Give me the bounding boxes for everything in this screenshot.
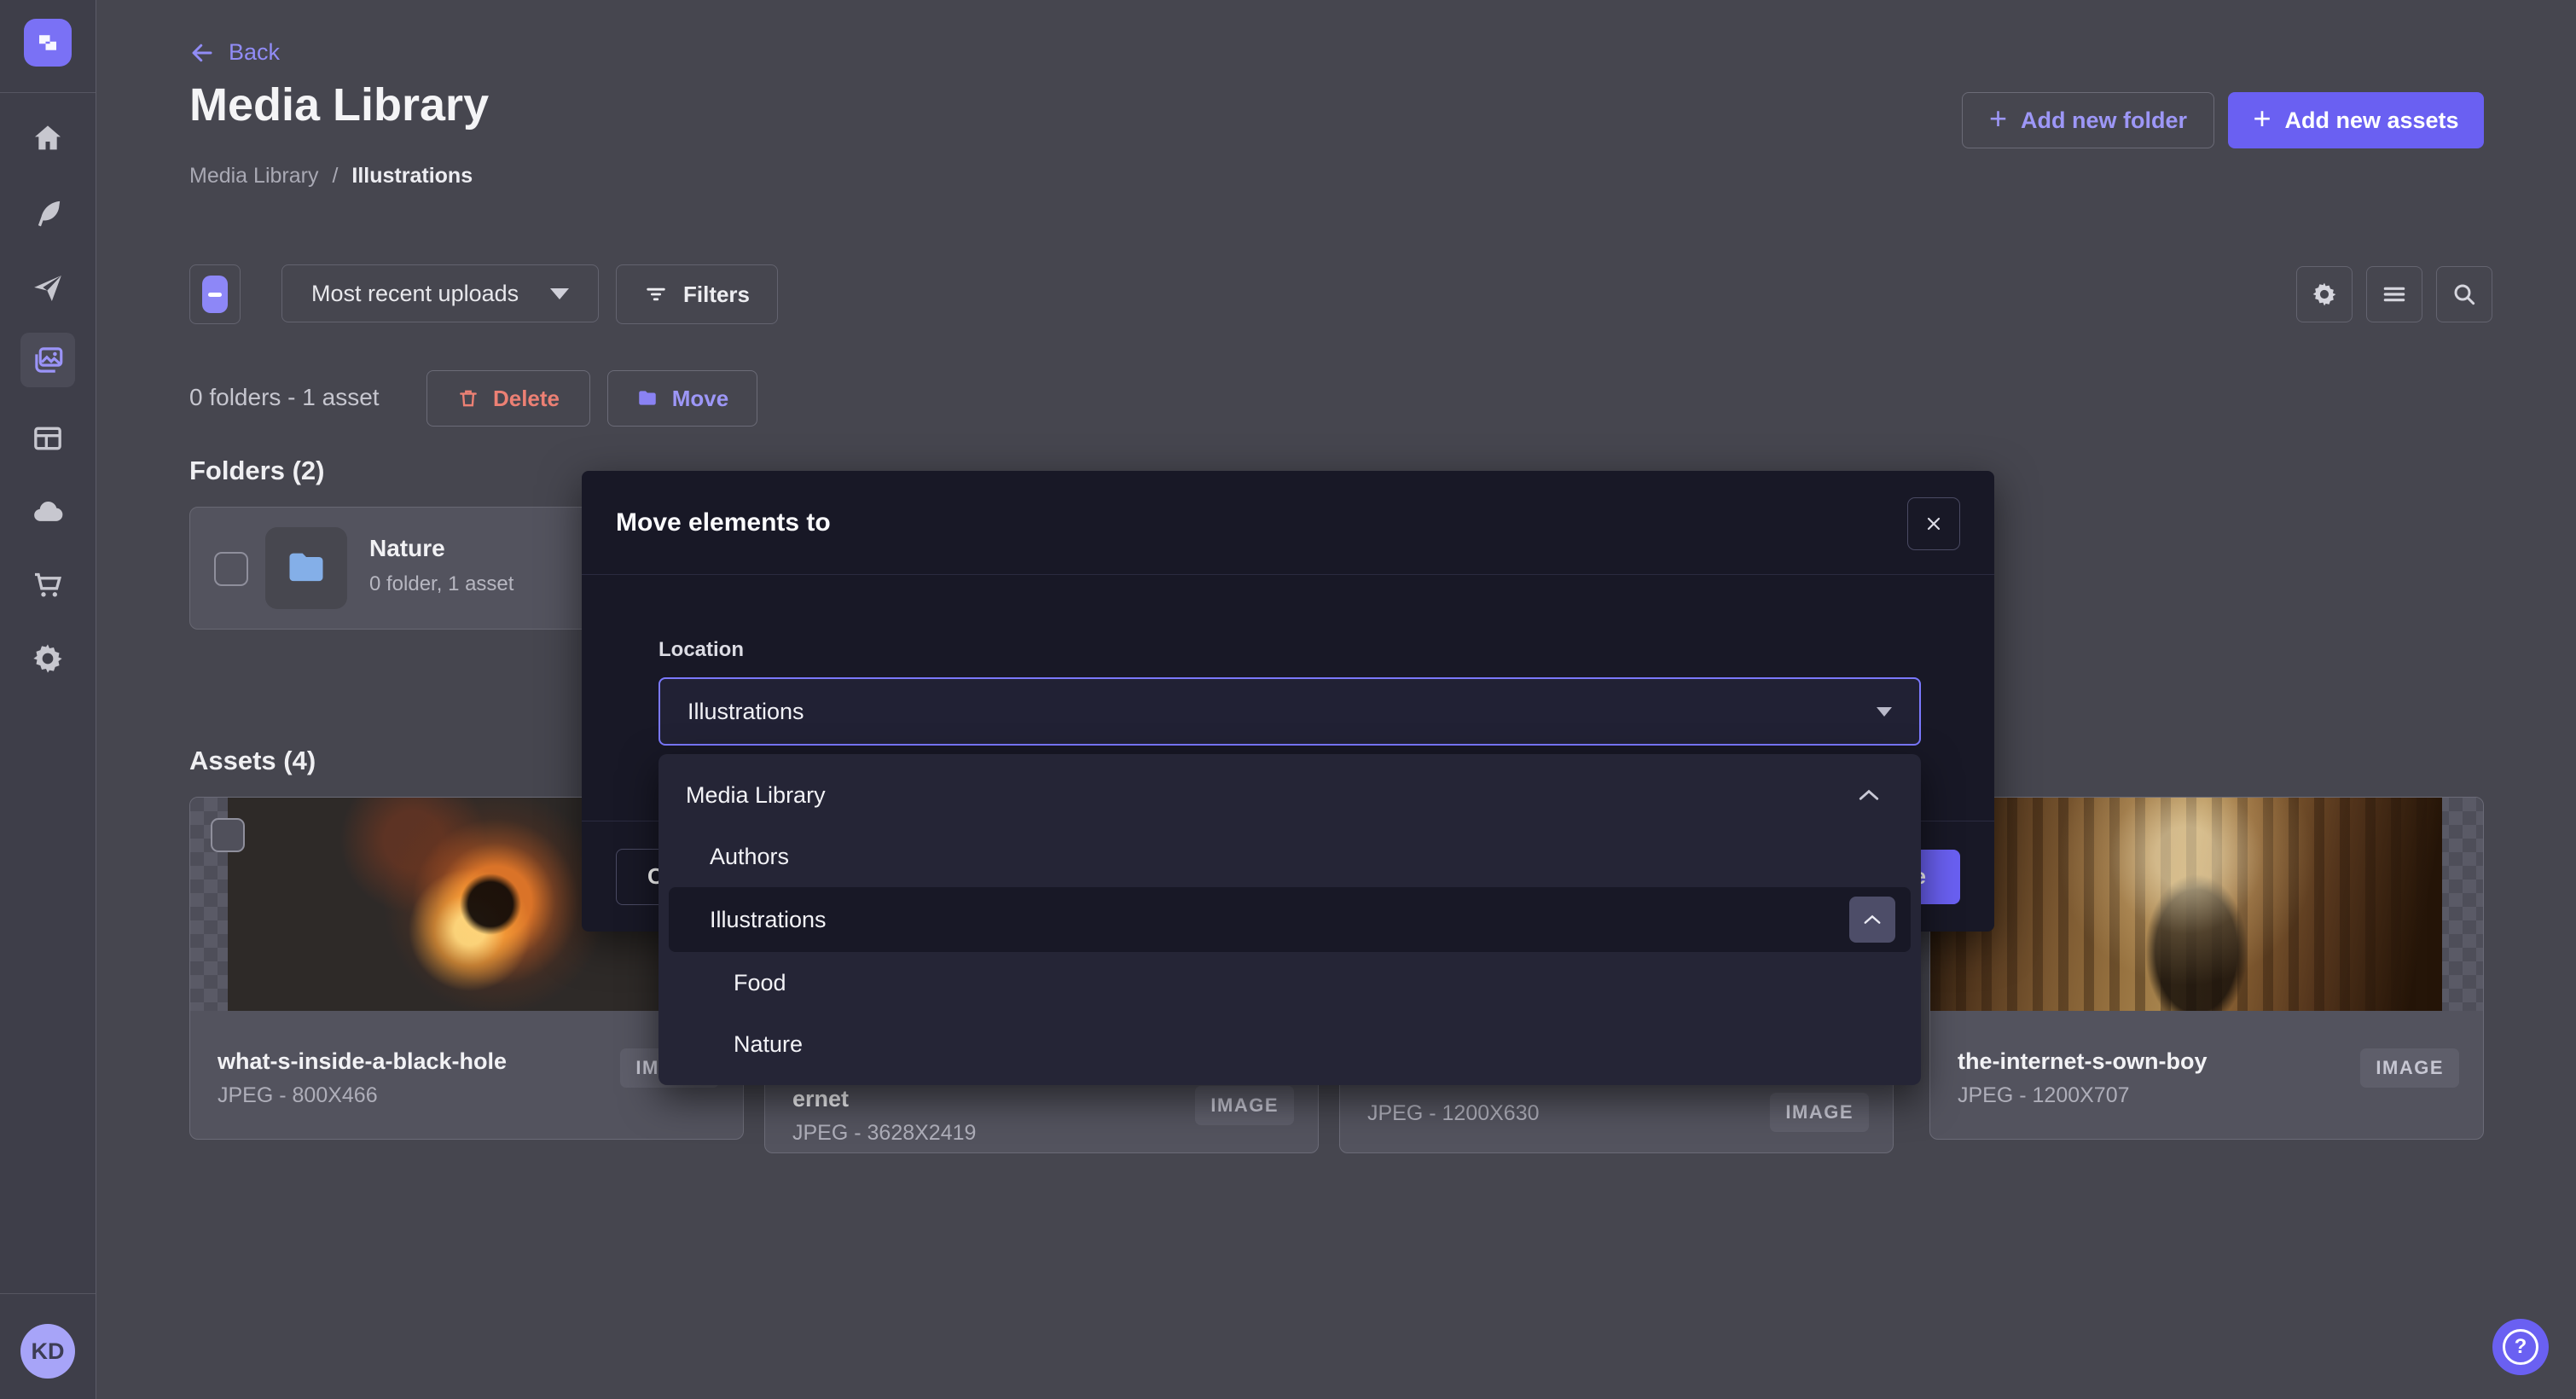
- plus-icon: +: [1989, 103, 2007, 134]
- folder-icon: [636, 387, 659, 409]
- cloud-icon: [31, 495, 65, 529]
- dropdown-item-label: Food: [734, 970, 786, 996]
- back-link[interactable]: Back: [189, 39, 280, 66]
- paper-plane-icon: [31, 271, 65, 305]
- sort-value: Most recent uploads: [311, 281, 519, 307]
- move-label: Move: [672, 386, 728, 412]
- modal-header: Move elements to: [582, 471, 1994, 575]
- sidebar-item-deploy[interactable]: [0, 495, 96, 529]
- selection-summary: 0 folders - 1 asset: [189, 384, 380, 411]
- sidebar-item-settings[interactable]: [0, 641, 96, 676]
- chevron-up-icon[interactable]: [1858, 788, 1880, 802]
- close-icon: [1923, 514, 1944, 534]
- collapse-children-button[interactable]: [1849, 897, 1895, 943]
- list-view-button[interactable]: [2366, 266, 2422, 322]
- modal-title: Move elements to: [616, 508, 831, 537]
- dropdown-item-media-library[interactable]: Media Library: [669, 764, 1911, 826]
- help-button[interactable]: ?: [2492, 1319, 2549, 1375]
- filter-icon: [644, 282, 668, 306]
- search-icon: [2451, 281, 2478, 308]
- add-new-assets-button[interactable]: + Add new assets: [2228, 92, 2484, 148]
- sidebar-item-marketplace[interactable]: [0, 568, 96, 602]
- gear-icon: [2311, 281, 2338, 308]
- folder-checkbox[interactable]: [214, 552, 248, 586]
- search-button[interactable]: [2436, 266, 2492, 322]
- dropdown-item-illustrations[interactable]: Illustrations: [669, 887, 1911, 952]
- asset-info: the-internet-s-own-boy JPEG - 1200X707 I…: [1930, 1011, 2483, 1108]
- library-photo-image: [1930, 798, 2442, 1011]
- indeterminate-checkbox-icon: [202, 276, 228, 313]
- back-arrow-icon: [189, 40, 215, 66]
- chevron-down-icon: [1877, 707, 1892, 717]
- strapi-logo[interactable]: [24, 19, 72, 67]
- home-icon: [31, 121, 65, 155]
- move-button[interactable]: Move: [607, 370, 757, 427]
- modal-close-button[interactable]: [1907, 497, 1960, 550]
- breadcrumb-separator: /: [332, 164, 338, 189]
- sidebar-divider-bottom: [0, 1293, 96, 1294]
- breadcrumb-current: Illustrations: [351, 164, 473, 189]
- chevron-down-icon: [550, 288, 569, 299]
- delete-button[interactable]: Delete: [426, 370, 590, 427]
- user-avatar[interactable]: KD: [20, 1324, 75, 1379]
- delete-label: Delete: [493, 386, 560, 412]
- folder-name: Nature: [369, 535, 445, 562]
- sidebar-item-releases[interactable]: [0, 271, 96, 305]
- location-select-value: Illustrations: [688, 699, 804, 725]
- dropdown-item-label: Media Library: [686, 782, 826, 809]
- plus-icon: +: [2253, 103, 2271, 134]
- page-title: Media Library: [189, 78, 489, 131]
- sidebar-item-content-type-builder[interactable]: [0, 421, 96, 456]
- location-dropdown: Media Library Authors Illustrations Food…: [659, 754, 1921, 1085]
- feather-icon: [31, 196, 65, 230]
- question-mark-icon: ?: [2503, 1329, 2538, 1365]
- assets-heading: Assets (4): [189, 746, 316, 776]
- asset-checkbox[interactable]: [211, 818, 245, 852]
- back-label: Back: [229, 39, 280, 66]
- breadcrumb-parent[interactable]: Media Library: [189, 164, 318, 189]
- filters-label: Filters: [683, 282, 750, 308]
- filters-button[interactable]: Filters: [616, 264, 778, 324]
- sort-dropdown[interactable]: Most recent uploads: [281, 264, 599, 322]
- asset-type-badge: IMAGE: [1770, 1093, 1869, 1132]
- app-root: KD Back Media Library Media Library / Il…: [0, 0, 2576, 1399]
- dropdown-item-food[interactable]: Food: [669, 952, 1911, 1013]
- add-new-assets-label: Add new assets: [2284, 107, 2458, 134]
- media-library-icon: [30, 342, 66, 378]
- add-new-folder-button[interactable]: + Add new folder: [1962, 92, 2214, 148]
- sidebar: KD: [0, 0, 96, 1399]
- add-new-folder-label: Add new folder: [2021, 107, 2187, 134]
- folder-icon-tile: [265, 527, 347, 609]
- select-all-checkbox[interactable]: [189, 264, 241, 324]
- dropdown-item-authors[interactable]: Authors: [669, 826, 1911, 887]
- asset-type-badge: IMAGE: [1195, 1086, 1294, 1125]
- sidebar-divider-top: [0, 92, 96, 93]
- location-select[interactable]: Illustrations: [659, 677, 1921, 746]
- trash-icon: [457, 387, 479, 409]
- folder-icon: [284, 546, 328, 590]
- folders-heading: Folders (2): [189, 456, 324, 486]
- chevron-up-icon: [1863, 914, 1882, 926]
- folder-meta: 0 folder, 1 asset: [369, 572, 513, 596]
- asset-thumbnail: [1930, 798, 2483, 1011]
- sidebar-item-media-library[interactable]: [20, 333, 75, 387]
- asset-type-badge: IMAGE: [2360, 1048, 2459, 1088]
- dropdown-item-label: Nature: [734, 1031, 803, 1058]
- settings-view-button[interactable]: [2296, 266, 2353, 322]
- breadcrumb: Media Library / Illustrations: [189, 164, 473, 189]
- sidebar-item-home[interactable]: [0, 121, 96, 155]
- cart-icon: [31, 568, 65, 602]
- dropdown-item-label: Illustrations: [710, 907, 827, 933]
- dropdown-item-label: Authors: [710, 844, 789, 870]
- layout-icon: [31, 421, 65, 456]
- gear-icon: [31, 641, 65, 676]
- sidebar-item-content[interactable]: [0, 196, 96, 230]
- asset-card-internets-own-boy[interactable]: the-internet-s-own-boy JPEG - 1200X707 I…: [1929, 797, 2484, 1140]
- location-label: Location: [659, 638, 744, 662]
- list-icon: [2381, 281, 2408, 308]
- dropdown-item-nature[interactable]: Nature: [669, 1013, 1911, 1075]
